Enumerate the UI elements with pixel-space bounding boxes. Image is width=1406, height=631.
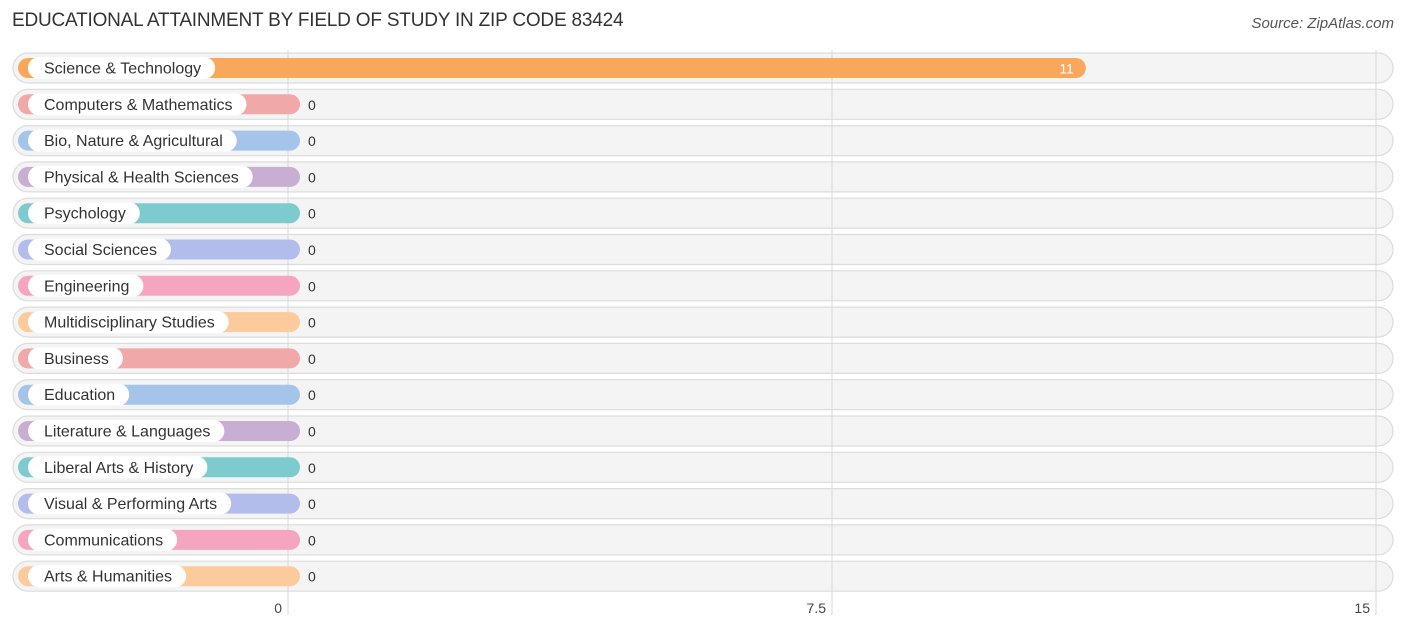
- value-label: 0: [308, 206, 316, 222]
- category-label: Bio, Nature & Agricultural: [44, 133, 223, 150]
- category-label: Multidisciplinary Studies: [44, 315, 215, 332]
- value-label: 0: [308, 387, 316, 403]
- category-label: Education: [44, 387, 115, 404]
- category-label: Computers & Mathematics: [44, 97, 233, 114]
- category-labels: Science & Technology Computers & Mathemat…: [28, 57, 253, 588]
- value-label: 0: [308, 569, 316, 585]
- x-axis-ticks: 0 7.5 15: [274, 600, 1370, 616]
- category-label: Business: [44, 351, 109, 368]
- category-label: Psychology: [44, 206, 126, 223]
- category-label: Visual & Performing Arts: [44, 496, 217, 513]
- category-label: Science & Technology: [44, 61, 201, 78]
- value-label: 0: [308, 278, 316, 294]
- value-label: 0: [308, 97, 316, 113]
- value-label: 0: [308, 315, 316, 331]
- x-tick-label: 0: [274, 600, 282, 616]
- x-tick-label: 7.5: [807, 600, 827, 616]
- value-label: 11: [1059, 61, 1074, 77]
- value-label: 0: [308, 169, 316, 185]
- bar-chart: Science & Technology Computers & Mathemat…: [12, 50, 1394, 616]
- value-label: 0: [308, 424, 316, 440]
- value-label: 0: [308, 460, 316, 476]
- value-label: 0: [308, 133, 316, 149]
- value-label: 0: [308, 496, 316, 512]
- x-tick-label: 15: [1354, 600, 1370, 616]
- value-label: 0: [308, 532, 316, 548]
- category-label: Literature & Languages: [44, 424, 210, 441]
- value-label: 0: [308, 351, 316, 367]
- category-label: Engineering: [44, 278, 129, 295]
- category-label: Social Sciences: [44, 242, 157, 259]
- category-label: Arts & Humanities: [44, 569, 172, 586]
- category-label: Communications: [44, 532, 163, 549]
- category-label: Liberal Arts & History: [44, 460, 193, 477]
- category-label: Physical & Health Sciences: [44, 169, 239, 186]
- value-label: 0: [308, 242, 316, 258]
